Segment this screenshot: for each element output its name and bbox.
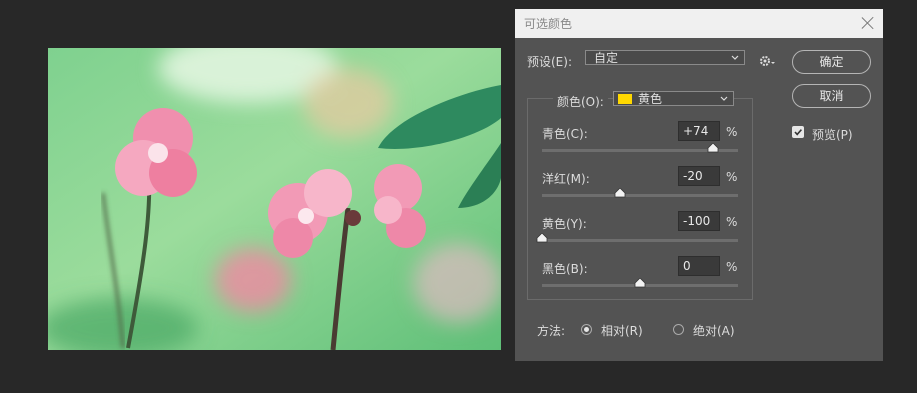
method-relative-radio[interactable] bbox=[581, 324, 592, 335]
slider-value-input[interactable]: -100 bbox=[678, 211, 720, 231]
slider-label: 黄色(Y): bbox=[542, 217, 587, 231]
color-swatch bbox=[618, 94, 632, 104]
slider-track[interactable] bbox=[542, 143, 738, 153]
slider-label: 洋红(M): bbox=[542, 172, 590, 186]
preview-label: 预览(P) bbox=[812, 128, 853, 142]
check-icon bbox=[794, 129, 803, 136]
colors-label: 颜色(O): bbox=[553, 93, 608, 110]
chevron-down-icon bbox=[720, 96, 728, 101]
image-canvas bbox=[48, 48, 501, 350]
preset-select[interactable]: 自定 bbox=[585, 50, 745, 65]
dialog-title: 可选颜色 bbox=[524, 17, 573, 31]
preset-label: 预设(E): bbox=[527, 55, 572, 69]
ok-button[interactable]: 确定 bbox=[792, 50, 871, 74]
gear-icon[interactable] bbox=[758, 54, 776, 68]
slider-label: 青色(C): bbox=[542, 127, 588, 141]
method-absolute-radio[interactable] bbox=[673, 324, 684, 335]
colors-value: 黄色 bbox=[638, 92, 663, 106]
slider-value-input[interactable]: -20 bbox=[678, 166, 720, 186]
slider-track[interactable] bbox=[542, 278, 738, 288]
slider-label: 黑色(B): bbox=[542, 262, 588, 276]
percent-unit: % bbox=[726, 215, 738, 229]
close-icon[interactable] bbox=[859, 14, 877, 32]
preset-value: 自定 bbox=[594, 51, 619, 65]
title-bar: 可选颜色 bbox=[515, 9, 883, 38]
percent-unit: % bbox=[726, 260, 738, 274]
selective-color-dialog: 可选颜色 预设(E): 自定 确定 取消 预览(P) 颜色(O): 黄色 青色(… bbox=[515, 9, 883, 361]
method-absolute-label: 绝对(A) bbox=[693, 324, 735, 338]
slider-value-input[interactable]: +74 bbox=[678, 121, 720, 141]
colors-select[interactable]: 黄色 bbox=[613, 91, 734, 106]
method-relative-label: 相对(R) bbox=[601, 324, 643, 338]
slider-track[interactable] bbox=[536, 233, 738, 243]
slider-track[interactable] bbox=[542, 188, 738, 198]
cancel-button[interactable]: 取消 bbox=[792, 84, 871, 108]
slider-value-input[interactable]: 0 bbox=[678, 256, 720, 276]
preview-checkbox[interactable] bbox=[792, 126, 804, 138]
chevron-down-icon bbox=[731, 55, 739, 60]
method-label: 方法: bbox=[537, 324, 566, 338]
percent-unit: % bbox=[726, 170, 738, 184]
percent-unit: % bbox=[726, 125, 738, 139]
